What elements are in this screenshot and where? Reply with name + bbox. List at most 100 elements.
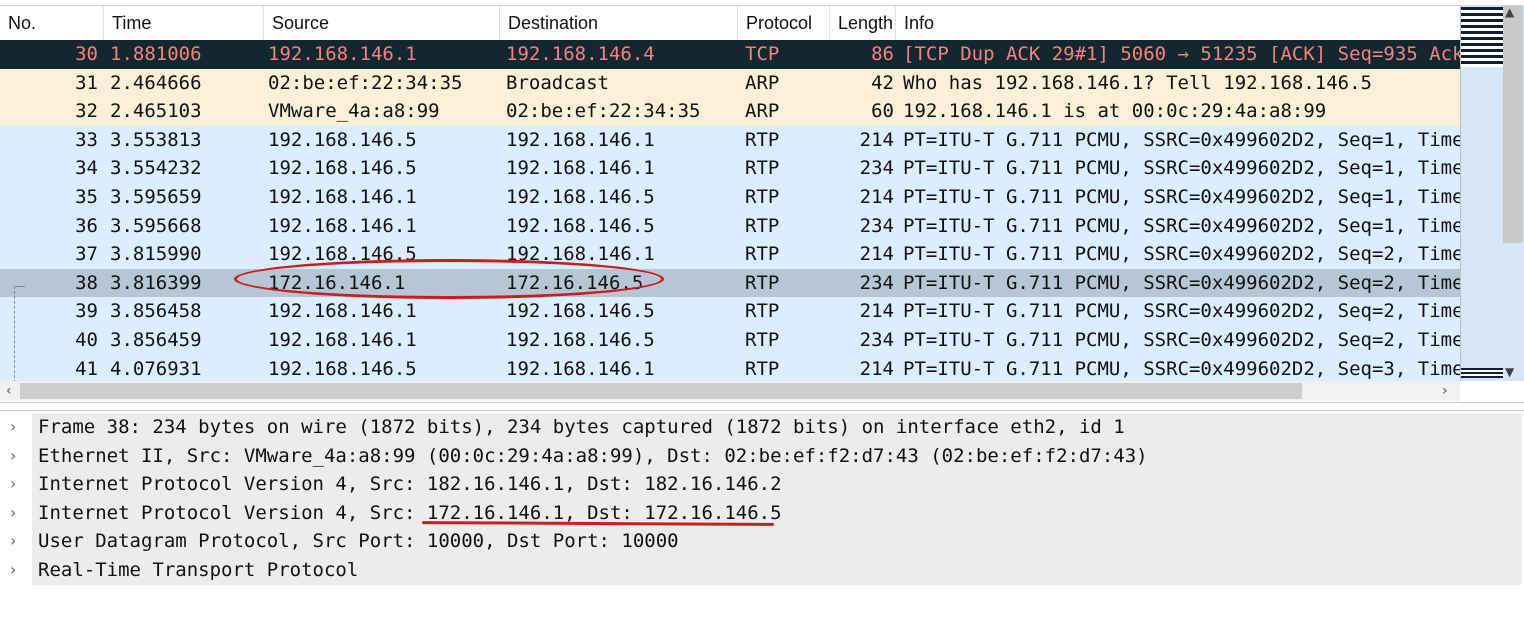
packet-info: PT=ITU-T G.711 PCMU, SSRC=0x499602D2, Se… <box>903 214 1460 237</box>
packet-no: 30 <box>75 43 98 65</box>
packet-source: 192.168.146.1 <box>268 43 417 65</box>
detail-tree-label: Real-Time Transport Protocol <box>38 559 359 581</box>
table-row[interactable]: 30 1.881006 192.168.146.1 192.168.146.4 TCP 8… <box>0 40 1460 69</box>
table-row[interactable]: 33 3.553813 192.168.146.5 192.168.146.1 RTP 2… <box>0 125 1460 155</box>
chevron-right-icon[interactable]: › <box>10 442 16 471</box>
packet-length: 214 <box>859 186 894 208</box>
detail-tree-item[interactable]: › Frame 38: 234 bytes on wire (1872 bits)… <box>0 413 1524 442</box>
detail-tree-label: Internet Protocol Version 4, Src: 182.16… <box>38 473 782 496</box>
column-header-no[interactable]: No. <box>0 6 104 40</box>
column-header-time[interactable]: Time <box>104 6 264 40</box>
table-row[interactable]: 41 4.076931 192.168.146.5 192.168.146.1 RTP 2… <box>0 354 1460 381</box>
table-row[interactable]: 40 3.856459 192.168.146.1 192.168.146.5 RTP 2… <box>0 326 1460 355</box>
chevron-right-icon[interactable]: › <box>10 556 16 585</box>
detail-tree-item[interactable]: › Ethernet II, Src: VMware_4a:a8:99 (00:0… <box>0 441 1524 471</box>
packet-protocol: RTP <box>745 271 780 294</box>
packet-info: PT=ITU-T G.711 PCMU, SSRC=0x499602D2, Se… <box>903 186 1460 208</box>
table-row[interactable]: 35 3.595659 192.168.146.1 192.168.146.5 RTP 2… <box>0 183 1460 212</box>
packet-length: 214 <box>859 128 894 151</box>
detail-tree-label: Frame 38: 234 bytes on wire (1872 bits),… <box>38 416 1125 438</box>
chevron-right-icon[interactable]: › <box>10 413 16 442</box>
packet-protocol: RTP <box>745 357 780 380</box>
packet-time: 3.856459 <box>110 329 202 351</box>
packet-no: 37 <box>75 243 98 266</box>
scroll-up-arrow-icon[interactable]: ▲ <box>1505 5 1514 19</box>
table-row[interactable]: 34 3.554232 192.168.146.5 192.168.146.1 RTP 2… <box>0 154 1460 183</box>
packet-protocol: RTP <box>745 128 780 151</box>
packet-list: 30 1.881006 192.168.146.1 192.168.146.4 TCP 8… <box>0 40 1460 381</box>
packet-length: 234 <box>859 271 894 294</box>
column-header-protocol[interactable]: Protocol <box>738 6 830 40</box>
detail-tree-item[interactable]: › Real-Time Transport Protocol <box>0 556 1524 585</box>
packet-source: 192.168.146.5 <box>268 357 417 380</box>
detail-tree-item[interactable]: › Internet Protocol Version 4, Src: 172.1… <box>0 498 1524 528</box>
packet-info: PT=ITU-T G.711 PCMU, SSRC=0x499602D2, Se… <box>903 243 1460 266</box>
packet-source: 192.168.146.1 <box>268 300 417 323</box>
scroll-left-icon[interactable]: ‹ <box>6 381 12 401</box>
table-row[interactable]: 31 2.464666 02:be:ef:22:34:35 Broadcast ARP 4… <box>0 68 1460 98</box>
packet-protocol: RTP <box>745 300 780 323</box>
table-row[interactable]: 32 2.465103 VMware_4a:a8:99 02:be:ef:22:34:… <box>0 97 1460 126</box>
packet-destination: Broadcast <box>506 71 609 94</box>
table-row[interactable]: 36 3.595668 192.168.146.1 192.168.146.5 RTP 2… <box>0 211 1460 241</box>
packet-length: 234 <box>859 214 894 237</box>
packet-protocol: RTP <box>745 214 780 237</box>
conversation-bracket <box>14 286 25 383</box>
packet-source: 192.168.146.5 <box>268 128 417 151</box>
packet-length: 42 <box>871 71 894 94</box>
detail-tree-label: Internet Protocol Version 4, Src: 172.16… <box>38 501 782 524</box>
column-header-source[interactable]: Source <box>264 6 500 40</box>
table-row[interactable]: 37 3.815990 192.168.146.5 192.168.146.1 RTP 2… <box>0 240 1460 269</box>
packet-no: 32 <box>75 100 98 123</box>
packet-info: 192.168.146.1 is at 00:0c:29:4a:a8:99 <box>903 100 1327 123</box>
packet-info: PT=ITU-T G.711 PCMU, SSRC=0x499602D2, Se… <box>903 329 1460 351</box>
packet-info: PT=ITU-T G.711 PCMU, SSRC=0x499602D2, Se… <box>903 300 1460 323</box>
packet-length: 214 <box>859 357 894 380</box>
packet-destination: 192.168.146.1 <box>506 357 655 380</box>
packet-time: 4.076931 <box>110 357 202 380</box>
packet-protocol: RTP <box>745 186 780 208</box>
column-header-destination[interactable]: Destination <box>500 6 738 40</box>
packet-protocol: RTP <box>745 157 780 180</box>
packet-no: 36 <box>75 214 98 237</box>
table-row-selected[interactable]: 38 3.816399 172.16.146.1 172.16.146.5 RTP 234… <box>0 268 1460 298</box>
packet-list-vertical-scrollbar[interactable]: ▲ ▼ <box>1460 5 1524 381</box>
packet-protocol: RTP <box>745 243 780 266</box>
detail-tree-item[interactable]: › User Datagram Protocol, Src Port: 10000… <box>0 527 1524 556</box>
packet-destination: 172.16.146.5 <box>506 271 644 294</box>
packet-destination: 192.168.146.5 <box>506 214 655 237</box>
packet-source: 172.16.146.1 <box>268 271 406 294</box>
packet-length: 234 <box>859 329 894 351</box>
packet-no: 33 <box>75 128 98 151</box>
packet-time: 1.881006 <box>110 43 202 65</box>
packet-info: PT=ITU-T G.711 PCMU, SSRC=0x499602D2, Se… <box>903 128 1460 151</box>
column-header-length[interactable]: Length <box>830 6 896 40</box>
packet-info: PT=ITU-T G.711 PCMU, SSRC=0x499602D2, Se… <box>903 357 1460 380</box>
vertical-scroll-thumb[interactable] <box>1503 5 1523 243</box>
packet-time: 3.554232 <box>110 157 202 180</box>
packet-time: 3.595659 <box>110 186 202 208</box>
chevron-right-icon[interactable]: › <box>10 527 16 556</box>
packet-destination: 192.168.146.1 <box>506 128 655 151</box>
packet-info: PT=ITU-T G.711 PCMU, SSRC=0x499602D2, Se… <box>903 271 1460 294</box>
detail-tree-label: User Datagram Protocol, Src Port: 10000,… <box>38 530 679 553</box>
packet-list-horizontal-scrollbar[interactable]: ‹ › <box>0 381 1460 401</box>
packet-info: [TCP Dup ACK 29#1] 5060 → 51235 [ACK] Se… <box>903 43 1460 65</box>
scroll-down-arrow-icon[interactable]: ▼ <box>1505 365 1514 379</box>
packet-time: 3.595668 <box>110 214 202 237</box>
packet-source: 192.168.146.1 <box>268 186 417 208</box>
chevron-right-icon[interactable]: › <box>10 499 16 528</box>
packet-length: 86 <box>871 43 894 65</box>
packet-destination: 192.168.146.4 <box>506 43 655 65</box>
table-row[interactable]: 39 3.856458 192.168.146.1 192.168.146.5 RTP 2… <box>0 297 1460 326</box>
detail-tree-item[interactable]: › Internet Protocol Version 4, Src: 182.1… <box>0 470 1524 499</box>
column-header-info[interactable]: Info <box>896 6 1460 40</box>
chevron-right-icon[interactable]: › <box>10 470 16 499</box>
scroll-right-icon[interactable]: › <box>1442 381 1448 401</box>
packet-list-pane: No. Time Source Destination Protocol Len… <box>0 0 1524 403</box>
packet-source: 192.168.146.1 <box>268 214 417 237</box>
packet-protocol: ARP <box>745 71 780 94</box>
horizontal-scroll-thumb[interactable] <box>20 383 1302 399</box>
packet-no: 34 <box>75 157 98 180</box>
packet-info: Who has 192.168.146.1? Tell 192.168.146.… <box>903 71 1372 94</box>
